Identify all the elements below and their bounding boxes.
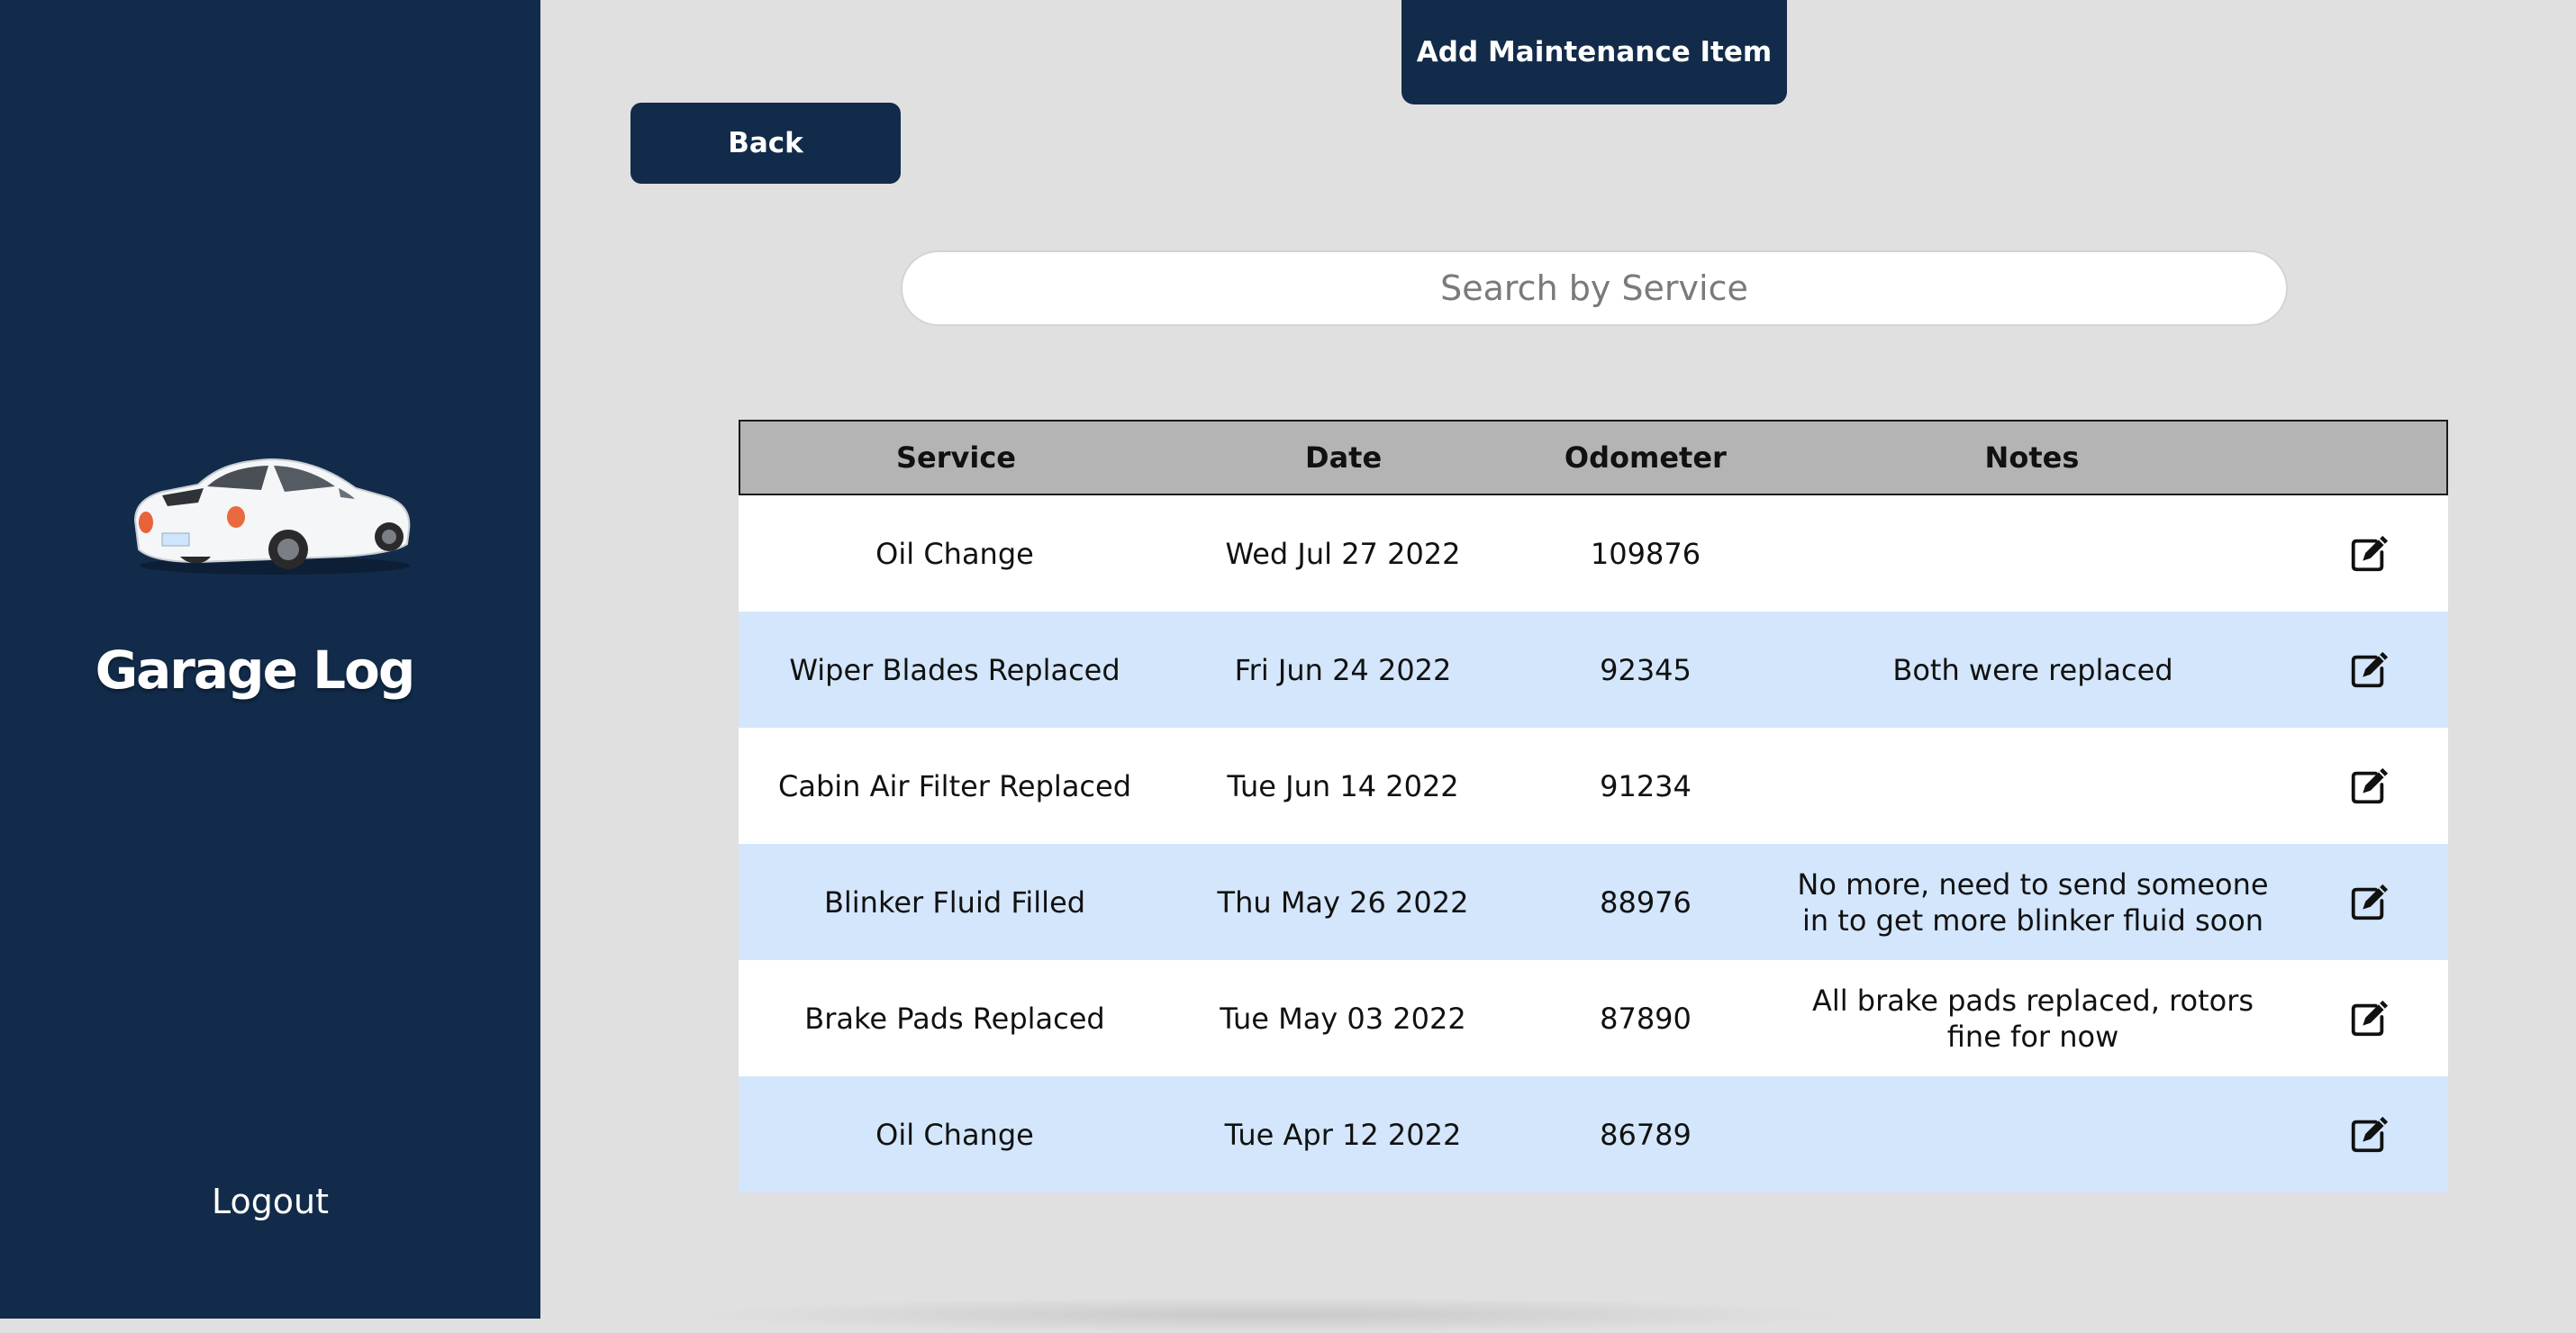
cell-service: Oil Change — [875, 1117, 1034, 1152]
edit-button[interactable] — [2290, 882, 2448, 923]
table-header: Service Date Odometer Notes — [739, 420, 2448, 495]
table-row: Oil Change Wed Jul 27 2022 109876 — [739, 495, 2448, 612]
cell-date: Tue Apr 12 2022 — [1224, 1117, 1462, 1152]
table-row: Brake Pads Replaced Tue May 03 2022 8789… — [739, 960, 2448, 1076]
cell-service: Blinker Fluid Filled — [823, 884, 1086, 920]
edit-icon[interactable] — [2348, 766, 2390, 807]
column-header-service: Service — [895, 440, 1016, 475]
search-input[interactable] — [901, 250, 2288, 326]
edit-button[interactable] — [2290, 766, 2448, 807]
brand-title: Garage Log — [95, 639, 416, 701]
cell-date: Thu May 26 2022 — [1217, 884, 1469, 920]
table-row: Cabin Air Filter Replaced Tue Jun 14 202… — [739, 728, 2448, 844]
edit-icon[interactable] — [2348, 1114, 2390, 1156]
column-header-date: Date — [1305, 440, 1383, 475]
column-header-odometer: Odometer — [1564, 440, 1727, 475]
cell-notes: All brake pads replaced, rotors fine for… — [1811, 983, 2254, 1054]
cell-odometer: 109876 — [1590, 536, 1701, 571]
edit-icon[interactable] — [2348, 882, 2390, 923]
edit-button[interactable] — [2290, 998, 2448, 1039]
maintenance-table: Service Date Odometer Notes Oil Change W… — [739, 420, 2448, 1192]
sidebar: Garage Log Logout — [0, 0, 540, 1319]
cell-date: Fri Jun 24 2022 — [1234, 652, 1452, 687]
edit-icon[interactable] — [2348, 649, 2390, 691]
edit-button[interactable] — [2290, 649, 2448, 691]
edit-icon[interactable] — [2348, 998, 2390, 1039]
cell-date: Wed Jul 27 2022 — [1225, 536, 1461, 571]
edit-button[interactable] — [2290, 533, 2448, 575]
cell-service: Oil Change — [875, 536, 1034, 571]
cell-date: Tue Jun 14 2022 — [1227, 768, 1459, 803]
cell-odometer: 87890 — [1600, 1001, 1692, 1036]
cell-notes: No more, need to send someone in to get … — [1797, 866, 2269, 938]
cell-odometer: 86789 — [1600, 1117, 1692, 1152]
logout-link[interactable]: Logout — [0, 1174, 540, 1229]
back-button[interactable]: Back — [630, 103, 901, 184]
table-row: Oil Change Tue Apr 12 2022 86789 — [739, 1076, 2448, 1192]
cell-notes: Both were replaced — [1892, 652, 2173, 687]
car-icon — [133, 458, 411, 575]
column-header-notes: Notes — [1984, 440, 2080, 475]
edit-button[interactable] — [2290, 1114, 2448, 1156]
edit-icon[interactable] — [2348, 533, 2390, 575]
cell-odometer: 88976 — [1600, 884, 1692, 920]
cell-odometer: 92345 — [1600, 652, 1692, 687]
bottom-shadow — [685, 1297, 1855, 1333]
cell-odometer: 91234 — [1600, 768, 1692, 803]
table-row: Blinker Fluid Filled Thu May 26 2022 889… — [739, 844, 2448, 960]
cell-service: Brake Pads Replaced — [804, 1001, 1105, 1036]
table-row: Wiper Blades Replaced Fri Jun 24 2022 92… — [739, 612, 2448, 728]
cell-date: Tue May 03 2022 — [1220, 1001, 1466, 1036]
cell-service: Wiper Blades Replaced — [789, 652, 1120, 687]
main-content: Add Maintenance Item Back Service Date O… — [540, 0, 2576, 1333]
add-maintenance-item-button[interactable]: Add Maintenance Item — [1401, 0, 1787, 104]
cell-service: Cabin Air Filter Replaced — [777, 768, 1132, 803]
